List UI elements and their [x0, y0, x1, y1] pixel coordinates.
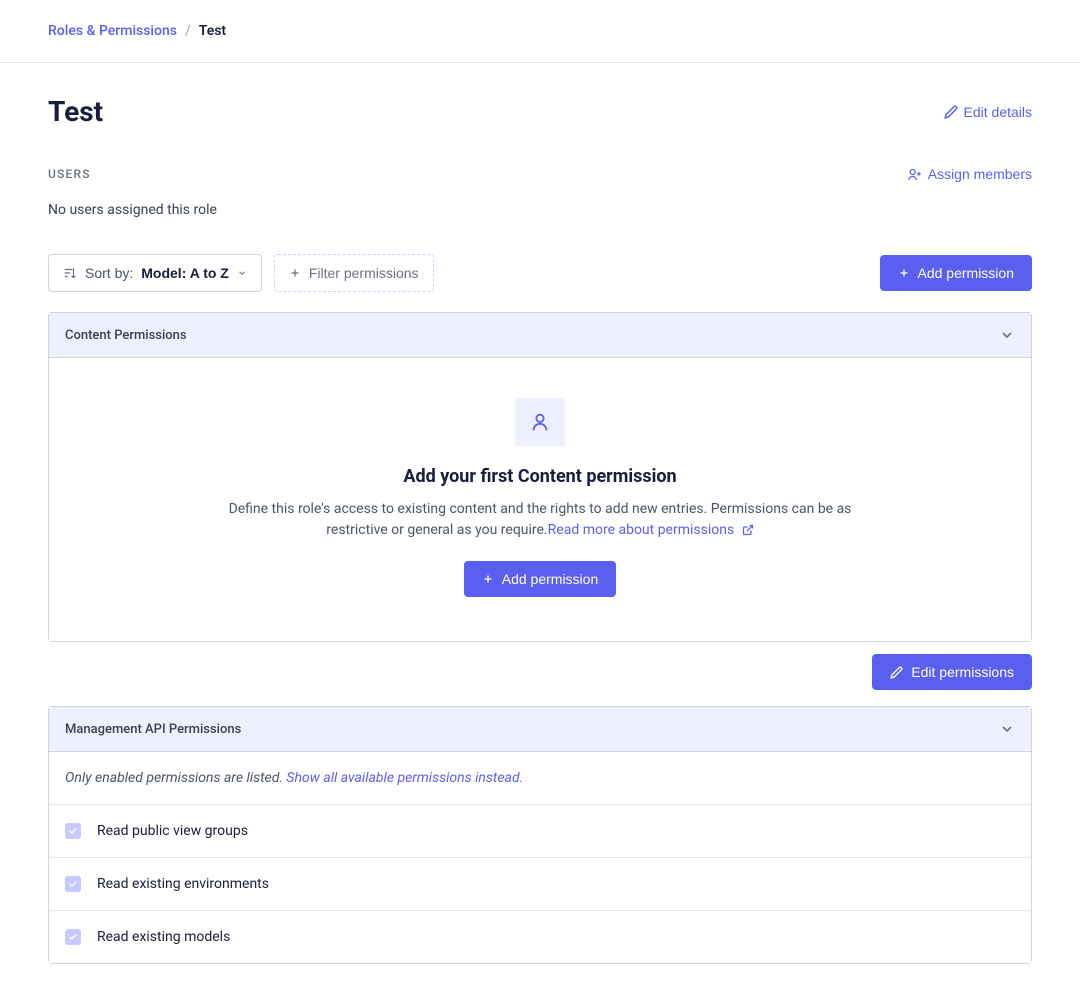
page-title: Test [48, 95, 103, 128]
breadcrumb-link-roles[interactable]: Roles & Permissions [48, 23, 177, 39]
external-link-icon [742, 524, 754, 536]
pencil-icon [890, 666, 903, 679]
edit-permissions-button[interactable]: Edit permissions [872, 654, 1032, 690]
pencil-icon [944, 105, 958, 119]
user-icon [515, 398, 565, 446]
checkbox-checked[interactable] [65, 823, 81, 839]
permission-label: Read public view groups [97, 823, 248, 839]
sort-value: Model: A to Z [141, 265, 229, 281]
content-permissions-header[interactable]: Content Permissions [49, 313, 1031, 357]
content-permissions-title: Content Permissions [65, 328, 187, 343]
empty-state-desc: Define this role's access to existing co… [200, 499, 880, 541]
mgmt-api-title: Management API Permissions [65, 722, 241, 737]
sort-button[interactable]: Sort by: Model: A to Z [48, 254, 262, 292]
add-permission-button-empty[interactable]: Add permission [464, 561, 617, 597]
breadcrumb: Roles & Permissions / Test [0, 0, 1080, 63]
edit-permissions-label: Edit permissions [911, 664, 1014, 680]
checkbox-checked[interactable] [65, 929, 81, 945]
filter-permissions-button[interactable]: Filter permissions [274, 254, 434, 292]
filter-permissions-label: Filter permissions [309, 265, 419, 281]
users-section-header: USERS Assign members [48, 166, 1032, 182]
page-header: Test Edit details [48, 95, 1032, 128]
permission-row: Read existing environments [49, 858, 1031, 911]
edit-details-label: Edit details [964, 104, 1032, 120]
permission-label: Read existing models [97, 929, 230, 945]
permission-row: Read public view groups [49, 805, 1031, 858]
assign-members-button[interactable]: Assign members [907, 166, 1032, 182]
show-all-permissions-link[interactable]: Show all available permissions instead. [286, 770, 523, 786]
add-permission-button-top[interactable]: Add permission [880, 255, 1033, 291]
users-label: USERS [48, 167, 91, 181]
chevron-down-icon [999, 327, 1015, 343]
permissions-toolbar: Sort by: Model: A to Z Filter permission… [48, 254, 1032, 292]
sort-icon [63, 266, 77, 280]
read-more-link[interactable]: Read more about permissions [548, 522, 754, 538]
sort-prefix: Sort by: [85, 265, 133, 281]
permission-label: Read existing environments [97, 876, 269, 892]
chevron-down-icon [237, 268, 247, 278]
add-permission-label: Add permission [918, 265, 1015, 281]
no-users-text: No users assigned this role [48, 202, 1032, 218]
mgmt-api-permissions-panel: Management API Permissions Only enabled … [48, 706, 1032, 964]
edit-details-button[interactable]: Edit details [944, 104, 1032, 120]
content-permissions-panel: Content Permissions Add your first Conte… [48, 312, 1032, 642]
mgmt-notice: Only enabled permissions are listed. Sho… [49, 752, 1031, 805]
mgmt-api-header[interactable]: Management API Permissions [49, 707, 1031, 751]
add-permission-label: Add permission [502, 571, 599, 587]
plus-icon [898, 267, 910, 279]
content-permissions-empty-state: Add your first Content permission Define… [49, 358, 1031, 641]
user-plus-icon [907, 167, 922, 182]
permission-row: Read existing models [49, 911, 1031, 963]
breadcrumb-current: Test [199, 23, 226, 39]
plus-icon [289, 267, 301, 279]
breadcrumb-separator: / [185, 23, 191, 39]
plus-icon [482, 573, 494, 585]
empty-state-title: Add your first Content permission [89, 466, 991, 487]
checkbox-checked[interactable] [65, 876, 81, 892]
chevron-down-icon [999, 721, 1015, 737]
assign-members-label: Assign members [928, 166, 1032, 182]
